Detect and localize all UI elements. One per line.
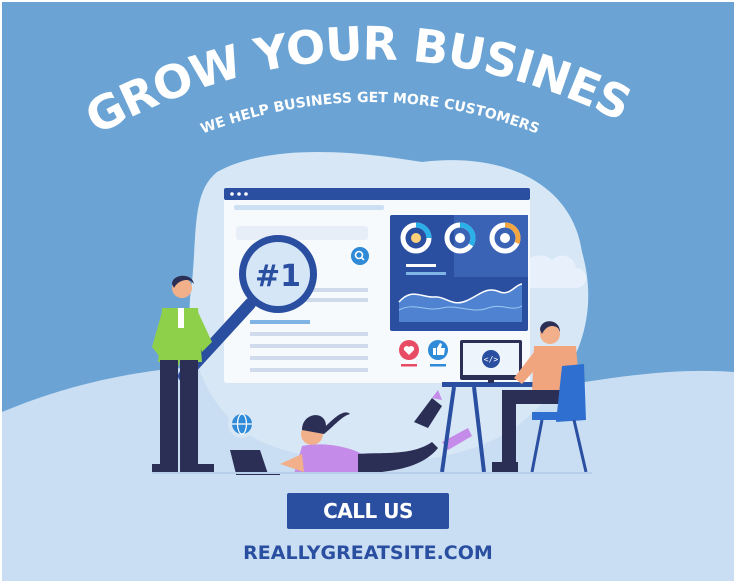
- dashboard-panel: [390, 215, 528, 331]
- code-icon: </>: [484, 355, 499, 364]
- window-dot-1: [230, 192, 234, 196]
- window-dot-2: [237, 192, 241, 196]
- website-url[interactable]: REALLYGREATSITE.COM: [2, 542, 734, 564]
- woman-lying: [230, 390, 472, 475]
- search-icon: [351, 247, 369, 265]
- window-dot-3: [244, 192, 248, 196]
- promo-card: GROW YOUR BUSINESS WE HELP BUSINESS GET …: [2, 2, 734, 581]
- call-us-button[interactable]: CALL US: [287, 493, 449, 529]
- globe-icon: [228, 410, 256, 438]
- man-standing: [152, 275, 214, 472]
- heart-icon: [399, 340, 419, 360]
- monitor-icon: </>: [460, 340, 522, 383]
- thumbs-up-icon: [428, 340, 448, 360]
- rank-badge: #1: [255, 259, 301, 294]
- laptop-icon: [230, 450, 268, 474]
- ground-line: [152, 472, 592, 474]
